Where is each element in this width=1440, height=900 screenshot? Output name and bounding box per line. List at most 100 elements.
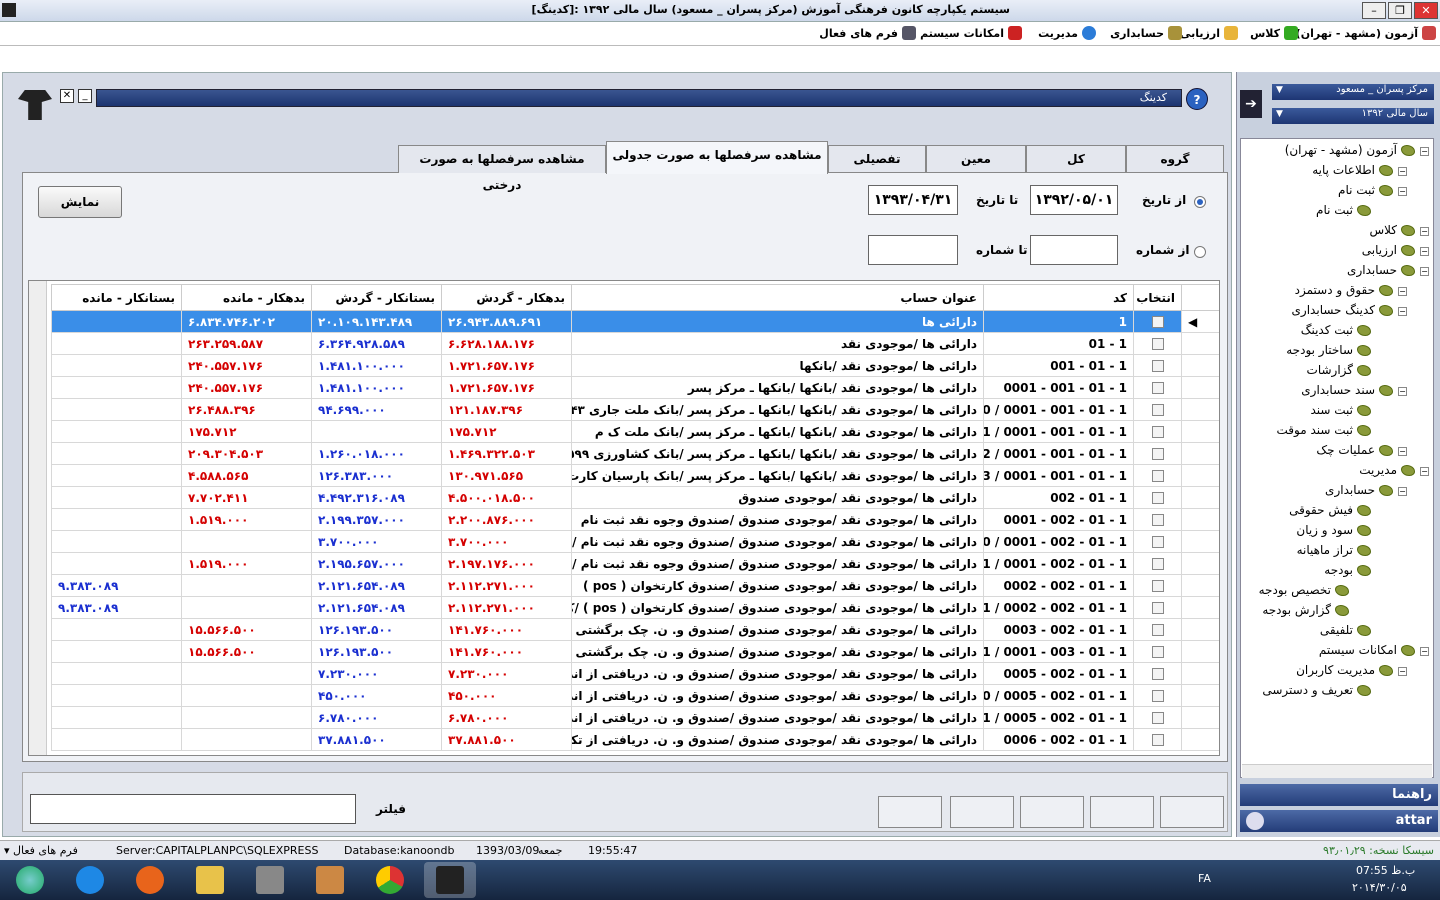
col-select[interactable]: انتخاب xyxy=(1133,284,1182,311)
row-select-checkbox[interactable] xyxy=(1151,382,1164,394)
table-row[interactable]: ۶.۸۳۴.۷۴۶.۲۰۲ ۲۰.۱۰۹.۱۴۳.۴۸۹ ۲۶.۹۴۳.۸۸۹.۶۹… xyxy=(51,310,1219,333)
col-credit-balance[interactable]: بستانکار - مانده xyxy=(51,284,182,311)
table-row[interactable]: ۲۶۳.۲۵۹.۵۸۷ ۶.۳۶۴.۹۲۸.۵۸۹ ۶.۶۲۸.۱۸۸.۱۷۶ دار… xyxy=(51,332,1219,355)
table-row[interactable]: ۲۰۹.۳۰۴.۵۰۳ ۱.۲۶۰.۰۱۸.۰۰۰ ۱.۴۶۹.۳۲۲.۵۰۳ دار… xyxy=(51,442,1219,465)
help-icon[interactable]: ? xyxy=(1186,88,1208,110)
tree-node[interactable]: سود و زیان xyxy=(1296,523,1371,537)
action-button-4[interactable] xyxy=(1090,796,1154,828)
table-row[interactable]: ۲۴۰.۵۵۷.۱۷۶ ۱.۴۸۱.۱۰۰.۰۰۰ ۱.۷۲۱.۶۵۷.۱۷۶ دار… xyxy=(51,354,1219,377)
taskbar-app[interactable] xyxy=(304,862,356,898)
from-number-field[interactable] xyxy=(1030,235,1118,265)
form-close-button[interactable]: ✕ xyxy=(60,89,74,103)
tree-node[interactable]: تعریف و دسترسی xyxy=(1262,683,1371,697)
table-row[interactable]: ۷.۷۰۲.۴۱۱ ۴.۴۹۲.۳۱۶.۰۸۹ ۴.۵۰۰.۰۱۸.۵۰۰ دارائ… xyxy=(51,486,1219,509)
row-select-checkbox[interactable] xyxy=(1151,426,1164,438)
tree-expander[interactable]: − xyxy=(1420,467,1429,476)
tree-node[interactable]: تراز ماهیانه xyxy=(1297,543,1371,557)
tab-table-view[interactable]: مشاهده سرفصلها به صورت جدولی xyxy=(606,141,828,174)
table-row[interactable]: ۲۶.۴۸۸.۳۹۶ ۹۴.۶۹۹.۰۰۰ ۱۲۱.۱۸۷.۳۹۶ دارائی ها… xyxy=(51,398,1219,421)
row-select-checkbox[interactable] xyxy=(1151,316,1164,328)
tree-node[interactable]: گزارشات xyxy=(1307,363,1371,377)
show-button[interactable]: نمایش xyxy=(38,186,122,218)
menu-evaluation[interactable]: ارزیابی xyxy=(1180,26,1238,40)
row-select-checkbox[interactable] xyxy=(1151,668,1164,680)
tree-node[interactable]: ساختار بودجه xyxy=(1286,343,1371,357)
from-date-radio[interactable] xyxy=(1194,196,1206,208)
table-row[interactable]: ۴.۵۸۸.۵۶۵ ۱۲۶.۳۸۳.۰۰۰ ۱۳۰.۹۷۱.۵۶۵ دارائی ها… xyxy=(51,464,1219,487)
tab-group[interactable]: گروه xyxy=(1126,145,1224,173)
tab-moein[interactable]: معین xyxy=(926,145,1026,173)
tree-node[interactable]: امکانات سیستم xyxy=(1319,643,1415,657)
col-debit-balance[interactable]: بدهکار - مانده xyxy=(181,284,312,311)
to-date-field[interactable]: ۱۳۹۳/۰۴/۳۱ xyxy=(868,185,958,215)
clock-date[interactable]: ۲۰۱۴/۳۰/۰۵ xyxy=(1352,881,1407,894)
fiscal-year-select[interactable]: سال مالی ۱۳۹۲ xyxy=(1272,108,1434,124)
tree-node[interactable]: مدیریت xyxy=(1359,463,1415,477)
tree-node[interactable]: سند حسابداری xyxy=(1301,383,1393,397)
tree-node[interactable]: بودجه xyxy=(1324,563,1371,577)
taskbar-firefox[interactable] xyxy=(124,862,176,898)
from-date-field[interactable]: ۱۳۹۲/۰۵/۰۱ xyxy=(1030,185,1118,215)
row-select-checkbox[interactable] xyxy=(1151,360,1164,372)
row-select-checkbox[interactable] xyxy=(1151,514,1164,526)
minimize-button[interactable]: – xyxy=(1362,2,1386,19)
user-bar[interactable]: attar xyxy=(1240,810,1438,832)
tree-expander[interactable]: − xyxy=(1420,147,1429,156)
tree-expander[interactable]: − xyxy=(1398,187,1407,196)
active-forms-dropdown[interactable]: ▾ فرم های فعال xyxy=(4,844,78,857)
tree-node[interactable]: ثبت کدینگ xyxy=(1301,323,1371,337)
tree-node[interactable]: تلفیقی xyxy=(1320,623,1371,637)
taskbar-explorer[interactable] xyxy=(184,862,236,898)
row-select-checkbox[interactable] xyxy=(1151,558,1164,570)
row-select-checkbox[interactable] xyxy=(1151,602,1164,614)
table-row[interactable]: ۴۵۰.۰۰۰ ۴۵۰.۰۰۰ دارائی ها /موجودی نقد /موج… xyxy=(51,684,1219,707)
tree-node[interactable]: مدیریت کاربران xyxy=(1296,663,1393,677)
table-row[interactable]: ۹.۳۸۳.۰۸۹ ۲.۱۲۱.۶۵۴.۰۸۹ ۲.۱۱۲.۲۷۱.۰۰۰ دارائ… xyxy=(51,596,1219,619)
tree-expander[interactable]: − xyxy=(1420,647,1429,656)
table-row[interactable]: ۳.۷۰۰.۰۰۰ ۳.۷۰۰.۰۰۰ دارائی ها /موجودی نقد … xyxy=(51,530,1219,553)
row-select-checkbox[interactable] xyxy=(1151,580,1164,592)
tree-expander[interactable]: − xyxy=(1420,267,1429,276)
grid-vertical-scrollbar[interactable] xyxy=(29,281,47,755)
action-button-1[interactable] xyxy=(878,796,942,828)
menu-management[interactable]: مدیریت xyxy=(1038,26,1096,40)
action-button-2[interactable] xyxy=(950,796,1014,828)
tree-node[interactable]: تخصیص بودجه xyxy=(1259,583,1349,597)
center-select[interactable]: مرکز پسران _ مسعود xyxy=(1272,84,1434,100)
help-bar[interactable]: راهنما xyxy=(1240,784,1438,806)
tree-node[interactable]: گزارش بودجه xyxy=(1262,603,1349,617)
tree-expander[interactable]: − xyxy=(1398,487,1407,496)
tree-node[interactable]: ثبت سند موقت xyxy=(1277,423,1371,437)
row-select-checkbox[interactable] xyxy=(1151,470,1164,482)
tree-node[interactable]: عملیات چک xyxy=(1316,443,1393,457)
table-row[interactable]: ۱.۵۱۹.۰۰۰ ۲.۱۹۵.۶۵۷.۰۰۰ ۲.۱۹۷.۱۷۶.۰۰۰ دارائ… xyxy=(51,552,1219,575)
row-select-checkbox[interactable] xyxy=(1151,646,1164,658)
language-indicator[interactable]: FA xyxy=(1198,872,1211,885)
row-select-checkbox[interactable] xyxy=(1151,712,1164,724)
tree-node[interactable]: کلاس xyxy=(1369,223,1415,237)
action-button-3[interactable] xyxy=(1020,796,1084,828)
table-row[interactable]: ۳۷.۸۸۱.۵۰۰ ۳۷.۸۸۱.۵۰۰ دارائی ها /موجودی نق… xyxy=(51,728,1219,751)
col-debit-turnover[interactable]: بدهکار - گردش xyxy=(441,284,572,311)
form-minimize-button[interactable]: _ xyxy=(78,89,92,103)
tree-horizontal-scrollbar[interactable] xyxy=(1242,764,1432,778)
table-row[interactable]: ۶.۷۸۰.۰۰۰ ۶.۷۸۰.۰۰۰ دارائی ها /موجودی نقد … xyxy=(51,706,1219,729)
tree-node[interactable]: حسابداری xyxy=(1325,483,1393,497)
taskbar-chrome[interactable] xyxy=(364,862,416,898)
tree-expander[interactable]: − xyxy=(1398,667,1407,676)
tree-node[interactable]: ثبت سند xyxy=(1310,403,1371,417)
table-row[interactable]: ۱۵.۵۶۶.۵۰۰ ۱۲۶.۱۹۳.۵۰۰ ۱۴۱.۷۶۰.۰۰۰ دارائی ه… xyxy=(51,618,1219,641)
table-row[interactable]: ۱۵.۵۶۶.۵۰۰ ۱۲۶.۱۹۳.۵۰۰ ۱۴۱.۷۶۰.۰۰۰ دارائی ه… xyxy=(51,640,1219,663)
filter-input[interactable] xyxy=(30,794,356,824)
from-number-radio[interactable] xyxy=(1194,246,1206,258)
row-select-checkbox[interactable] xyxy=(1151,492,1164,504)
row-select-checkbox[interactable] xyxy=(1151,338,1164,350)
action-button-5[interactable] xyxy=(1160,796,1224,828)
row-select-checkbox[interactable] xyxy=(1151,404,1164,416)
close-button[interactable]: ✕ xyxy=(1414,2,1438,19)
tree-expander[interactable]: − xyxy=(1398,307,1407,316)
col-credit-turnover[interactable]: بستانکار - گردش xyxy=(311,284,442,311)
tab-tafsili[interactable]: تفصیلی xyxy=(828,145,926,173)
table-row[interactable]: ۲۴۰.۵۵۷.۱۷۶ ۱.۴۸۱.۱۰۰.۰۰۰ ۱.۷۲۱.۶۵۷.۱۷۶ دار… xyxy=(51,376,1219,399)
clock-time[interactable]: 07:55 ب.ظ xyxy=(1356,864,1415,877)
